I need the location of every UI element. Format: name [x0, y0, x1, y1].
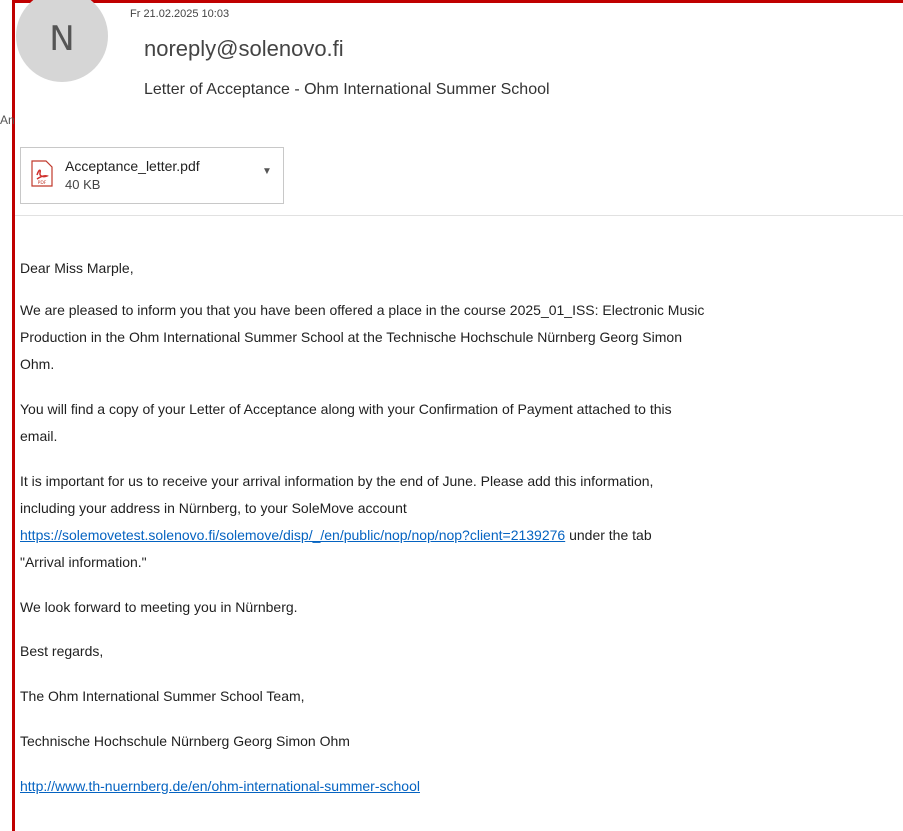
email-subject: Letter of Acceptance - Ohm International… — [144, 81, 550, 98]
body-p1-line3: Ohm. — [20, 356, 55, 372]
body-p1-line2: Production in the Ohm International Summ… — [20, 329, 682, 345]
body-p3-line2: including your address in Nürnberg, to y… — [20, 500, 407, 516]
body-p3-line4: "Arrival information." — [20, 554, 147, 570]
attachment-card[interactable]: PDF Acceptance_letter.pdf 40 KB ▼ — [20, 147, 284, 204]
website-line: http://www.th-nuernberg.de/en/ohm-intern… — [20, 776, 903, 797]
body-p1-line1: We are pleased to inform you that you ha… — [20, 302, 705, 318]
header-divider — [15, 215, 903, 216]
body-p2-line1: You will find a copy of your Letter of A… — [20, 401, 672, 417]
body-p3-line1: It is important for us to receive your a… — [20, 473, 654, 489]
solemove-link[interactable]: https://solemovetest.solenovo.fi/solemov… — [20, 527, 565, 543]
attachment-size: 40 KB — [65, 177, 101, 192]
team-signature: The Ohm International Summer School Team… — [20, 688, 305, 704]
closing: Best regards, — [20, 643, 104, 659]
recipient-label: An — [0, 113, 15, 127]
body-p3-after-link: under the tab — [565, 527, 652, 543]
body-p4: We look forward to meeting you in Nürnbe… — [20, 599, 298, 615]
sender-address[interactable]: noreply@solenovo.fi — [144, 36, 344, 62]
pdf-icon: PDF — [31, 160, 53, 187]
attachment-name: Acceptance_letter.pdf — [65, 158, 200, 174]
frame-top-border — [12, 0, 903, 3]
body-p2-line2: email. — [20, 428, 58, 444]
body-p3-line3: https://solemovetest.solenovo.fi/solemov… — [20, 525, 903, 546]
svg-text:PDF: PDF — [38, 180, 47, 186]
avatar-initial: N — [49, 19, 75, 59]
chevron-down-icon[interactable]: ▼ — [262, 166, 272, 177]
university-name: Technische Hochschule Nürnberg Georg Sim… — [20, 733, 350, 749]
email-date: Fr 21.02.2025 10:03 — [130, 8, 230, 20]
greeting: Dear Miss Marple, — [20, 260, 134, 276]
website-link[interactable]: http://www.th-nuernberg.de/en/ohm-intern… — [20, 778, 420, 794]
sender-avatar: N — [16, 0, 108, 82]
